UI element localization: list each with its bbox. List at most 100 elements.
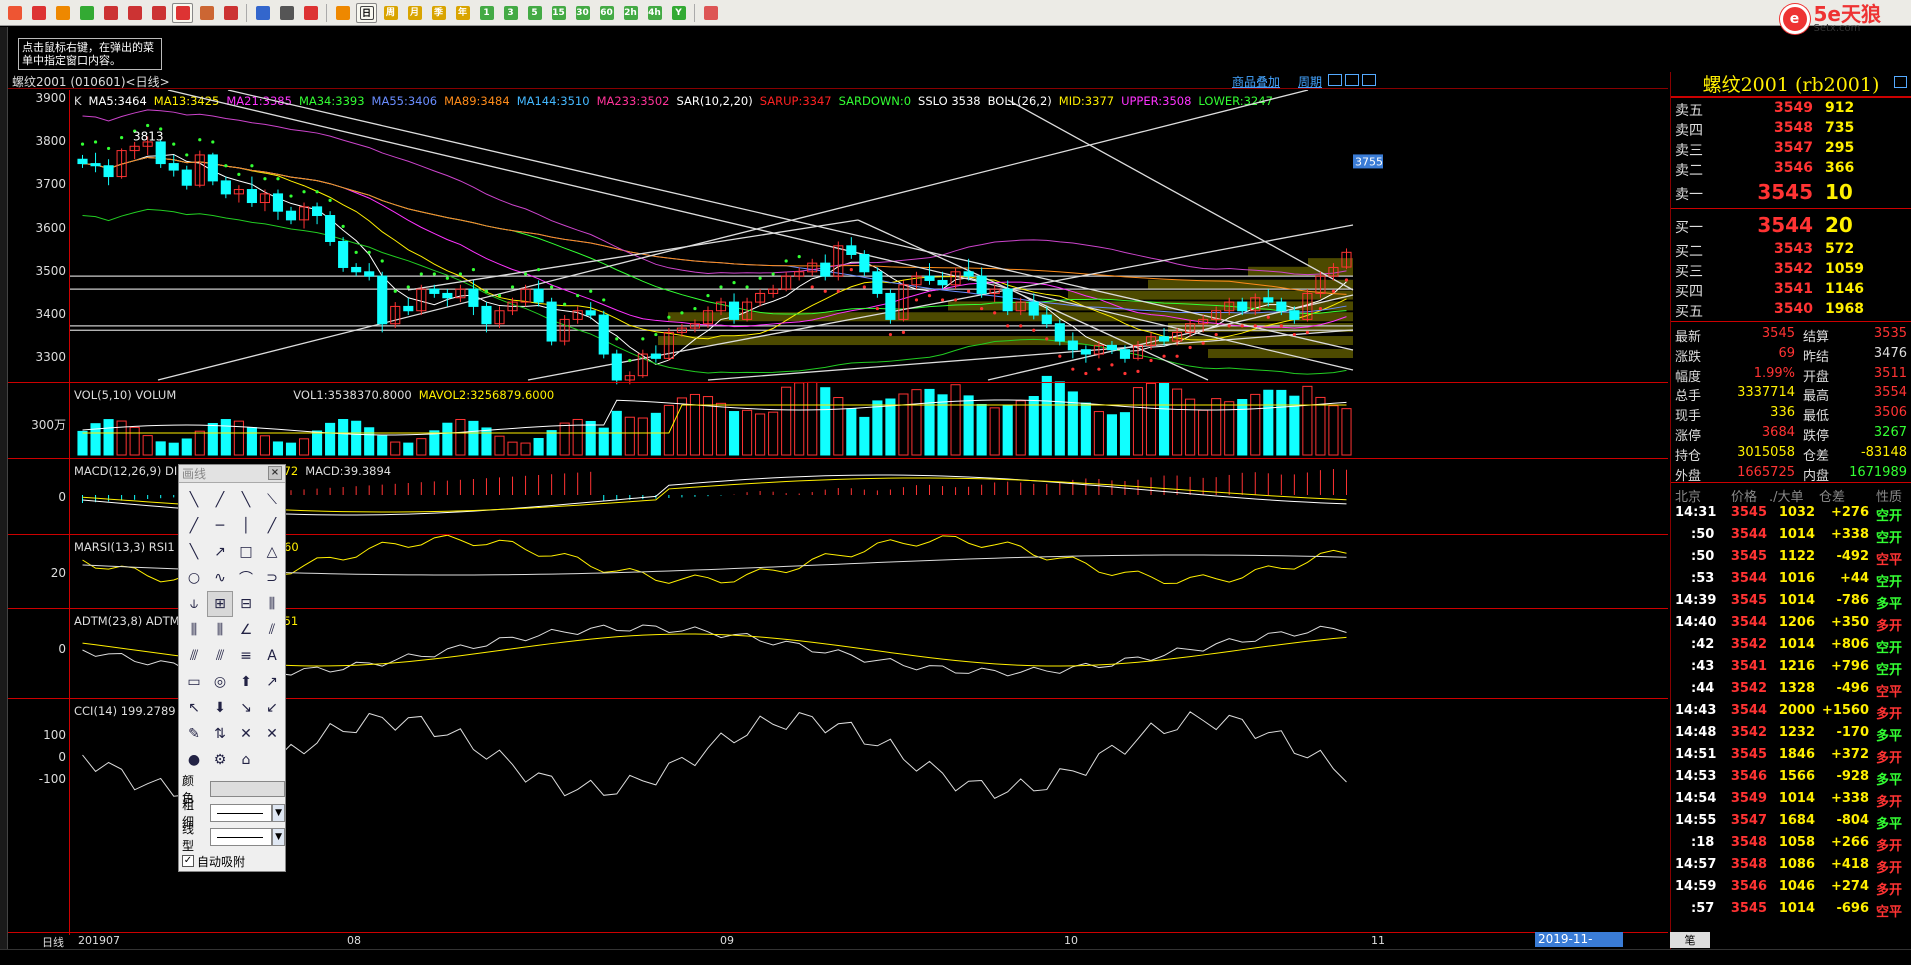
gann-box-icon[interactable]: ⫽ (259, 617, 285, 643)
width-select[interactable] (209, 804, 273, 822)
trade-row[interactable]: 14:40 3544 1206 +350 多开 (1671, 612, 1911, 634)
filter-icon[interactable] (220, 3, 241, 23)
arc-tool-icon[interactable]: ⌒ (233, 565, 259, 591)
pen-icon[interactable] (172, 2, 193, 23)
down-left-arrow-icon[interactable]: ↙ (259, 695, 285, 721)
curve-icon[interactable] (300, 3, 321, 23)
trade-row[interactable]: :42 3542 1014 +806 空开 (1671, 634, 1911, 656)
ray-tool-icon[interactable]: ╲ (233, 487, 259, 513)
chevron-down-icon[interactable]: ▼ (272, 828, 285, 846)
fib-fan-icon[interactable]: ⫝ (181, 591, 207, 617)
window-icon[interactable] (1894, 76, 1907, 88)
bid-row[interactable]: 买二 3543 572 (1671, 239, 1911, 260)
layout-icon-3[interactable] (1362, 74, 1376, 86)
ask-row[interactable]: 卖三 3547 295 (1671, 138, 1911, 159)
pitchfork-icon[interactable]: ⫻ (207, 643, 233, 669)
cycle-tool-icon[interactable]: ⊃ (259, 565, 285, 591)
eye-icon[interactable]: ● (181, 747, 207, 773)
wave-tool-icon[interactable]: ∿ (207, 565, 233, 591)
refresh-icon[interactable] (76, 3, 97, 23)
chart-settings-icon[interactable] (252, 3, 273, 23)
eraser-icon[interactable]: ✎ (181, 721, 207, 747)
folder-icon[interactable] (52, 3, 73, 23)
period-button-4[interactable]: 年 (452, 3, 473, 23)
hline-tool-icon[interactable]: ─ (207, 513, 233, 539)
vline-tool-icon[interactable]: │ (233, 513, 259, 539)
overlay-link[interactable]: 商品叠加 (1232, 73, 1280, 90)
trade-row[interactable]: 14:39 3545 1014 -786 多平 (1671, 590, 1911, 612)
period-button-3[interactable]: 季 (428, 3, 449, 23)
trade-row[interactable]: 14:55 3547 1684 -804 多平 (1671, 810, 1911, 832)
close-icon[interactable]: × (268, 466, 282, 480)
delete-icon[interactable]: ✕ (259, 721, 285, 747)
trade-row[interactable]: :44 3542 1328 -496 空平 (1671, 678, 1911, 700)
bid-row[interactable]: 买一 3544 20 (1671, 211, 1911, 239)
trade-row[interactable]: 14:59 3546 1046 +274 多开 (1671, 876, 1911, 898)
rect-tool-icon[interactable]: □ (233, 539, 259, 565)
left-side-tabs[interactable] (0, 27, 8, 965)
home-icon[interactable] (4, 3, 25, 23)
trade-row[interactable]: :57 3545 1014 -696 空平 (1671, 898, 1911, 920)
ask-row[interactable]: 卖四 3548 735 (1671, 118, 1911, 139)
trade-row[interactable]: 14:53 3546 1566 -928 多平 (1671, 766, 1911, 788)
trade-row[interactable]: 14:57 3548 1086 +418 多开 (1671, 854, 1911, 876)
trade-row[interactable]: 14:48 3542 1232 -170 多平 (1671, 722, 1911, 744)
tick-icon[interactable] (332, 3, 353, 23)
fib-ext-icon[interactable]: ⊟ (233, 591, 259, 617)
trend-tool-icon[interactable]: ╱ (259, 513, 285, 539)
bid-row[interactable]: 买五 3540 1968 (1671, 299, 1911, 320)
ellipse-tool-icon[interactable]: ○ (181, 565, 207, 591)
lock-icon[interactable]: ⌂ (233, 747, 259, 773)
period-button-5[interactable]: 1 (476, 3, 497, 23)
period-button-9[interactable]: 30 (572, 3, 593, 23)
trade-row[interactable]: 14:43 3544 2000 +1560 多开 (1671, 700, 1911, 722)
period-button-12[interactable]: 4h (644, 3, 665, 23)
period-button-2[interactable]: 月 (404, 3, 425, 23)
gear-icon[interactable]: ⚙ (207, 747, 233, 773)
period-link[interactable]: 周期 (1298, 73, 1322, 90)
flip-icon[interactable]: ⇅ (207, 721, 233, 747)
period-button-11[interactable]: 2h (620, 3, 641, 23)
trade-row[interactable]: 14:31 3545 1032 +276 空开 (1671, 502, 1911, 524)
up-right-arrow-icon[interactable]: ↗ (259, 669, 285, 695)
layout-icon-2[interactable] (1345, 74, 1359, 86)
level-tool-icon[interactable]: ≡ (233, 643, 259, 669)
layout-icon[interactable] (1328, 74, 1342, 86)
period-button-8[interactable]: 15 (548, 3, 569, 23)
trade-row[interactable]: :43 3541 1216 +796 空开 (1671, 656, 1911, 678)
gann-grid-icon[interactable]: ⫼ (259, 591, 285, 617)
bid-row[interactable]: 买四 3541 1146 (1671, 279, 1911, 300)
calc-icon[interactable] (700, 3, 721, 23)
bid-row[interactable]: 买三 3542 1059 (1671, 259, 1911, 280)
back-icon[interactable] (28, 3, 49, 23)
triangle-tool-icon[interactable]: △ (259, 539, 285, 565)
zoom-out-icon[interactable] (124, 3, 145, 23)
trade-row[interactable]: 14:51 3545 1846 +372 多开 (1671, 744, 1911, 766)
text-tool-icon[interactable]: A (259, 643, 285, 669)
color-picker[interactable] (209, 781, 285, 797)
trade-row[interactable]: :50 3544 1014 +338 空开 (1671, 524, 1911, 546)
parallel-tool-icon[interactable]: ⟍ (259, 487, 285, 513)
ask-row[interactable]: 卖一 3545 10 (1671, 178, 1911, 206)
channel-tool-icon[interactable]: ╲ (181, 539, 207, 565)
angle-tool-icon[interactable]: ∠ (233, 617, 259, 643)
table-icon[interactable] (276, 3, 297, 23)
period-button-0[interactable]: 日 (356, 2, 377, 23)
down-arrow-icon[interactable]: ⬇ (207, 695, 233, 721)
trade-row[interactable]: :53 3544 1016 +44 空开 (1671, 568, 1911, 590)
gann-fan-icon[interactable]: ⫼ (207, 617, 233, 643)
style-select[interactable] (209, 828, 273, 846)
trades-list[interactable]: 14:31 3545 1032 +276 空开:50 3544 1014 +338 空开:50 3… (1671, 502, 1911, 920)
target-icon[interactable]: ◎ (207, 669, 233, 695)
paint-icon[interactable] (196, 3, 217, 23)
arrow-line-icon[interactable]: ╱ (181, 513, 207, 539)
chevron-down-icon[interactable]: ▼ (272, 804, 285, 822)
period-button-13[interactable]: Y (668, 3, 689, 23)
ask-row[interactable]: 卖五 3549 912 (1671, 98, 1911, 119)
zoom-in-icon[interactable] (100, 3, 121, 23)
line-tool-icon[interactable]: ╲ (181, 487, 207, 513)
trade-row[interactable]: 14:54 3549 1014 +338 多开 (1671, 788, 1911, 810)
hide-icon[interactable]: ✕ (233, 721, 259, 747)
period-button-6[interactable]: 3 (500, 3, 521, 23)
segment-tool-icon[interactable]: ╱ (207, 487, 233, 513)
